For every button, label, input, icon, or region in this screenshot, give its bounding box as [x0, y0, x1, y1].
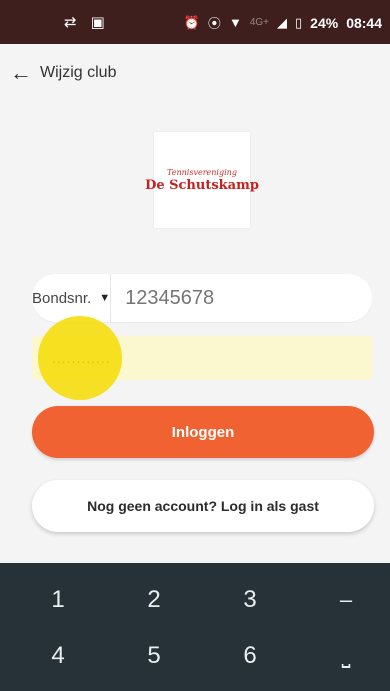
alarm-icon: ⏰ — [183, 14, 200, 30]
touch-indicator — [38, 316, 122, 400]
member-type-label[interactable]: Bondsnr. — [32, 290, 91, 307]
status-bar: ⇄ ▣ ⏰ ⦿ ▼ 4G+ ◢ ▯ 24% 08:44 — [0, 0, 390, 44]
member-number-row: Bondsnr. ▼ — [32, 274, 390, 322]
notification-icon: ▣ — [90, 14, 105, 31]
caret-down-icon[interactable]: ▼ — [99, 292, 110, 304]
clock: 08:44 — [346, 14, 382, 31]
member-type-dropdown[interactable]: Bondsnr. ▼ — [32, 274, 112, 322]
numeric-keyboard: 1 2 3 – 4 5 6 ⎵ — [0, 563, 390, 691]
member-number-input[interactable] — [111, 274, 390, 322]
key-3[interactable]: 3 — [210, 575, 290, 625]
back-label[interactable]: Wijzig club — [40, 64, 116, 82]
key-4[interactable]: 4 — [18, 631, 98, 681]
club-logo: Tennisvereniging De Schutskamp — [145, 132, 259, 228]
arrow-left-icon[interactable]: ← — [10, 62, 32, 84]
location-icon: ⦿ — [207, 16, 221, 31]
key-2[interactable]: 2 — [114, 575, 194, 625]
key-minus[interactable]: – — [306, 575, 386, 625]
space-key[interactable]: ⎵ — [306, 631, 386, 681]
signal-icon: ◢ — [277, 14, 287, 30]
battery-icon: ▯ — [295, 14, 303, 30]
login-button[interactable]: Inloggen — [32, 406, 374, 458]
key-5[interactable]: 5 — [114, 631, 194, 681]
network-label: 4G+ — [249, 17, 269, 28]
sync-icon: ⇄ — [64, 14, 77, 31]
guest-login-button[interactable]: Nog geen account? Log in als gast — [32, 480, 374, 532]
key-6[interactable]: 6 — [210, 631, 290, 681]
battery-level: 24% — [310, 14, 339, 31]
back-navigation[interactable]: ← Wijzig club — [10, 62, 116, 84]
logo-subtitle: Tennisvereniging — [167, 167, 237, 177]
logo-title: De Schutskamp — [145, 177, 259, 193]
wifi-icon: ▼ — [228, 15, 242, 30]
key-1[interactable]: 1 — [18, 575, 98, 625]
